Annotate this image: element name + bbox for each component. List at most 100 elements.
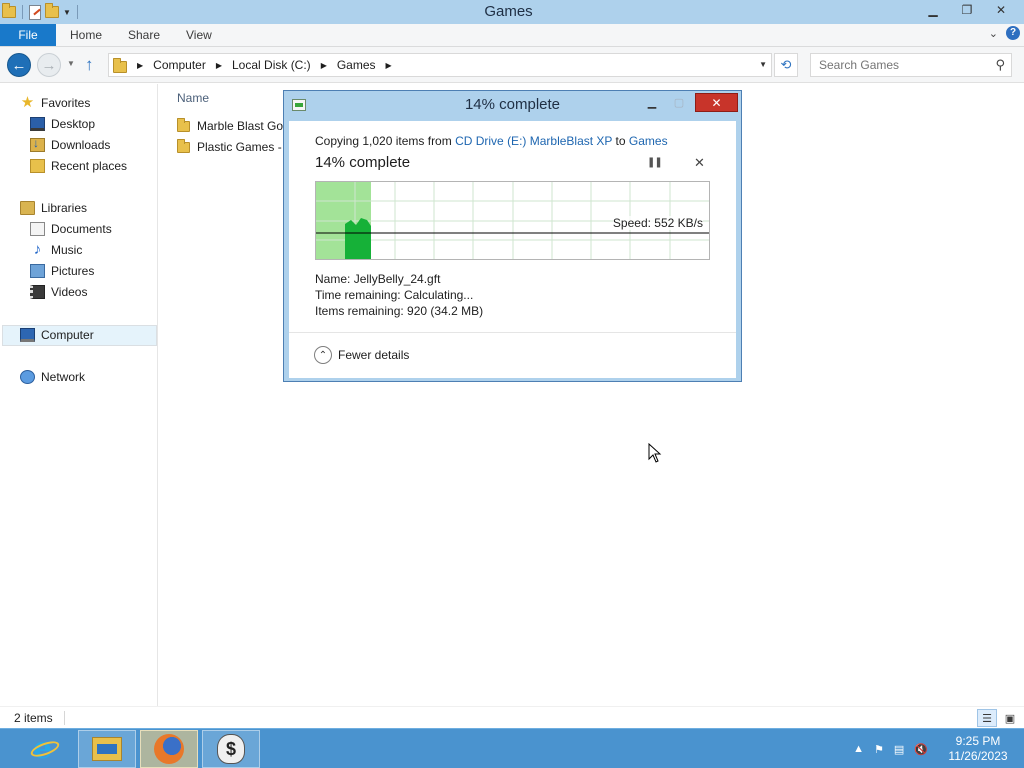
- clock-time: 9:25 PM: [955, 734, 1001, 748]
- nav-libraries[interactable]: Libraries: [20, 199, 87, 217]
- breadcrumb-arrow-icon[interactable]: ▶: [386, 61, 392, 70]
- copy-details: Name: JellyBelly_24.gft Time remaining: …: [315, 271, 483, 319]
- search-input[interactable]: [811, 54, 987, 76]
- list-item[interactable]: Plastic Games -: [177, 138, 282, 156]
- show-hidden-icons-chevron-icon[interactable]: ▲: [853, 743, 864, 755]
- breadcrumb-arrow-icon[interactable]: ▶: [321, 61, 327, 70]
- recent-locations-chevron-icon[interactable]: ▼: [67, 59, 75, 68]
- stop-button[interactable]: ✕: [694, 155, 708, 170]
- breadcrumb-local-disk[interactable]: Local Disk (C:): [232, 58, 311, 72]
- tab-home[interactable]: Home: [56, 24, 116, 46]
- nav-documents[interactable]: Documents: [30, 220, 112, 238]
- volume-muted-icon[interactable]: 🔇: [914, 743, 928, 756]
- detail-remaining: Items remaining: 920 (34.2 MB): [315, 303, 483, 319]
- fewer-details-label: Fewer details: [338, 348, 410, 362]
- taskbar-file-explorer[interactable]: [78, 730, 136, 768]
- file-explorer-icon: [92, 737, 122, 761]
- nav-network-label: Network: [41, 370, 86, 384]
- breadcrumb-arrow-icon[interactable]: ▶: [216, 61, 222, 70]
- search-box[interactable]: ⚲: [810, 53, 1012, 77]
- taskbar-internet-explorer[interactable]: e: [16, 730, 74, 768]
- source-link[interactable]: CD Drive (E:) MarbleBlast XP: [455, 134, 612, 148]
- ribbon-right: ⌄ ?: [989, 26, 1020, 40]
- libraries-icon: [20, 201, 35, 215]
- nav-desktop[interactable]: Desktop: [30, 115, 95, 133]
- nav-downloads[interactable]: Downloads: [30, 136, 110, 154]
- nav-videos-label: Videos: [51, 285, 88, 299]
- detail-remaining-label: Items remaining:: [315, 304, 404, 318]
- expand-ribbon-chevron-icon[interactable]: ⌄: [989, 27, 998, 40]
- help-icon[interactable]: ?: [1006, 26, 1020, 40]
- tab-share[interactable]: Share: [114, 24, 174, 46]
- tab-view[interactable]: View: [172, 24, 226, 46]
- refresh-button[interactable]: ⟲: [774, 53, 798, 77]
- documents-icon: [30, 222, 45, 236]
- internet-explorer-icon: e: [28, 731, 62, 766]
- nav-computer[interactable]: Computer: [20, 326, 94, 344]
- nav-music[interactable]: ♪ Music: [30, 241, 83, 259]
- window-controls: ▁ ❐ ✕: [916, 0, 1018, 20]
- copy-summary: Copying 1,020 items from CD Drive (E:) M…: [315, 134, 668, 148]
- tab-file[interactable]: File: [0, 24, 56, 46]
- back-button[interactable]: ←: [7, 53, 31, 77]
- desktop-icon: [30, 117, 45, 131]
- detail-name-value: JellyBelly_24.gft: [353, 272, 441, 286]
- nav-network[interactable]: Network: [20, 368, 85, 386]
- close-button[interactable]: ✕: [984, 0, 1018, 20]
- dialog-close-button[interactable]: ✕: [695, 93, 738, 112]
- breadcrumb-games[interactable]: Games: [337, 58, 376, 72]
- breadcrumb-arrow-icon[interactable]: ▶: [137, 61, 143, 70]
- item-count: 2 items: [14, 711, 53, 725]
- status-separator: [64, 711, 65, 725]
- taskbar-firefox[interactable]: [140, 730, 198, 768]
- firefox-icon: [154, 734, 184, 764]
- window-title: Games: [484, 3, 533, 20]
- details-view-button[interactable]: ☰: [977, 709, 997, 727]
- forward-button[interactable]: →: [37, 53, 61, 77]
- ribbon-tabs: File Home Share View ⌄ ?: [0, 24, 1024, 47]
- mouse-cursor-icon: [648, 443, 662, 463]
- nav-videos[interactable]: Videos: [30, 283, 87, 301]
- restore-button[interactable]: ❐: [950, 0, 984, 20]
- search-icon[interactable]: ⚲: [995, 57, 1005, 73]
- nav-pictures[interactable]: Pictures: [30, 262, 94, 280]
- nav-computer-label: Computer: [41, 328, 94, 342]
- list-item[interactable]: Marble Blast Gol: [177, 117, 286, 135]
- nav-favorites[interactable]: ★ Favorites: [20, 94, 91, 112]
- dialog-maximize-button: ▢: [673, 97, 685, 109]
- percent-complete-heading: 14% complete: [315, 154, 411, 171]
- star-icon: ★: [20, 94, 35, 111]
- nav-libraries-label: Libraries: [41, 201, 88, 215]
- pictures-icon: [30, 264, 45, 278]
- nav-favorites-label: Favorites: [41, 96, 91, 110]
- dialog-minimize-button[interactable]: ▁: [639, 93, 665, 112]
- taskbar: e $ ▲ ⚑ ▤ 🔇 9:25 PM 11/26/2023: [0, 728, 1024, 768]
- fewer-details-button[interactable]: ⌃ Fewer details: [314, 346, 409, 364]
- copy-progress-dialog: 14% complete ▁ ▢ ✕ Copying 1,020 items f…: [283, 90, 742, 382]
- folder-icon: [177, 117, 190, 132]
- folder-icon: [113, 57, 127, 73]
- nav-recent-places[interactable]: Recent places: [30, 157, 127, 175]
- address-bar[interactable]: ▶ Computer ▶ Local Disk (C:) ▶ Games ▶ ▼: [108, 53, 772, 77]
- clock[interactable]: 9:25 PM 11/26/2023: [938, 734, 1018, 764]
- pause-button[interactable]: ❚❚: [647, 157, 663, 171]
- navigation-pane: ★ Favorites Desktop Downloads Recent pla…: [0, 84, 158, 706]
- copy-prefix: Copying 1,020 items from: [315, 134, 456, 148]
- minimize-button[interactable]: ▁: [916, 0, 950, 20]
- nav-desktop-label: Desktop: [51, 117, 96, 131]
- up-arrow-icon[interactable]: ↑: [85, 55, 94, 75]
- taskbar-money-app[interactable]: $: [202, 730, 260, 768]
- nav-pictures-label: Pictures: [51, 264, 95, 278]
- network-status-icon[interactable]: ▤: [894, 743, 904, 756]
- dialog-body: Copying 1,020 items from CD Drive (E:) M…: [289, 121, 736, 378]
- address-dropdown-icon[interactable]: ▼: [759, 60, 767, 69]
- status-bar: 2 items ☰ ▣: [0, 706, 1024, 728]
- detail-time-label: Time remaining:: [315, 288, 401, 302]
- destination-link[interactable]: Games: [629, 134, 668, 148]
- action-center-flag-icon[interactable]: ⚑: [874, 743, 884, 756]
- breadcrumb-computer[interactable]: Computer: [153, 58, 206, 72]
- large-icons-view-button[interactable]: ▣: [1000, 709, 1020, 727]
- column-header-name[interactable]: Name: [177, 91, 209, 105]
- nav-documents-label: Documents: [51, 222, 112, 236]
- network-icon: [20, 370, 35, 384]
